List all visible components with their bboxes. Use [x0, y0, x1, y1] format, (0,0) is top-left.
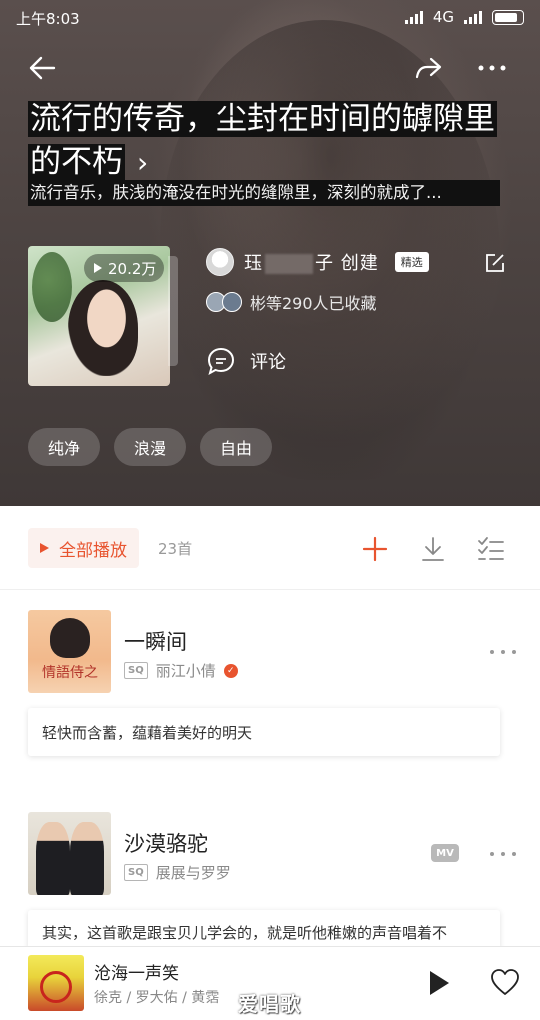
more-dots-icon — [478, 65, 506, 71]
song-cover[interactable]: 情語侍之 — [28, 610, 111, 693]
battery-icon — [492, 9, 524, 25]
creator-avatar[interactable] — [206, 248, 234, 276]
play-button[interactable] — [424, 965, 454, 1001]
creator-name-prefix: 珏 — [244, 253, 263, 274]
sq-quality-badge: SQ — [124, 662, 148, 679]
collector-avatar — [222, 292, 242, 312]
player-artist: 徐克 / 罗大佑 / 黄霑 — [94, 990, 220, 1006]
playlist-title-area[interactable]: 流行的传奇，尘封在时间的罅隙里的不朽 › — [28, 98, 498, 184]
tag-chip[interactable]: 纯净 — [28, 428, 101, 466]
dot-icon — [512, 650, 516, 654]
play-count-badge: 20.2万 — [84, 254, 165, 282]
cover-art-text: 情語侍之 — [42, 665, 98, 681]
song-artist[interactable]: 展展与罗罗 — [156, 862, 231, 883]
comment-button[interactable]: 评论 — [206, 346, 286, 376]
share-button[interactable] — [408, 48, 448, 88]
play-count: 20.2万 — [108, 259, 157, 278]
tag-list: 纯净 浪漫 自由 — [28, 428, 273, 466]
tag-chip[interactable]: 自由 — [200, 428, 273, 466]
dot-icon — [501, 650, 505, 654]
cover-art-leaves — [32, 252, 72, 322]
play-triangle-icon — [94, 263, 102, 273]
player-song-title: 沧海一声笑 — [94, 964, 179, 984]
song-more-button[interactable] — [490, 642, 516, 662]
signal-icon-2 — [464, 10, 482, 24]
play-all-button[interactable]: 全部播放 — [28, 528, 139, 568]
song-more-button[interactable] — [490, 844, 516, 864]
creator-row[interactable]: 珏 子 创建 精选 — [206, 247, 429, 277]
dot-icon — [490, 650, 494, 654]
song-title: 一瞬间 — [124, 630, 187, 654]
cover-art-figure — [36, 822, 70, 895]
song-meta: SQ 展展与罗罗 — [124, 862, 231, 883]
cover-art-figure — [70, 822, 104, 895]
watermark: 爱唱歌 — [238, 992, 301, 1016]
status-bar: 上午8:03 4G — [0, 0, 540, 34]
status-indicators: 4G — [404, 8, 524, 26]
back-arrow-icon — [29, 56, 56, 80]
creator-name-suffix: 子 创建 — [315, 253, 379, 274]
heart-icon — [491, 969, 519, 995]
creator-name[interactable]: 珏 子 创建 — [244, 249, 379, 275]
share-icon — [415, 57, 442, 79]
cover-stack-edge — [168, 256, 178, 366]
plus-icon — [362, 536, 388, 562]
cover-art-portrait — [68, 280, 138, 376]
play-icon — [40, 543, 49, 553]
chevron-right-icon: › — [137, 146, 149, 179]
hot-icon: ✓ — [223, 663, 238, 678]
back-button[interactable] — [22, 48, 62, 88]
network-label: 4G — [432, 8, 454, 26]
cover-art-ring — [40, 971, 72, 1003]
download-icon — [422, 537, 444, 561]
song-count: 23首 — [158, 540, 193, 558]
playlist-title: 流行的传奇，尘封在时间的罅隙里的不朽 — [28, 101, 497, 180]
play-icon — [430, 971, 449, 995]
multi-select-button[interactable] — [476, 534, 506, 564]
song-item[interactable]: 情語侍之 一瞬间 SQ 丽江小倩 ✓ 轻快而含蓄，蕴藉着美好的明天 — [0, 590, 540, 790]
song-item[interactable]: 沙漠骆驼 SQ 展展与罗罗 MV 其实，这首歌是跟宝贝儿学会的，就是听他稚嫩的声… — [0, 790, 540, 950]
more-button[interactable] — [472, 48, 512, 88]
cover-art-figure — [50, 618, 90, 658]
edit-button[interactable] — [484, 252, 506, 274]
comment-icon — [207, 347, 235, 376]
dot-icon — [512, 852, 516, 856]
song-note[interactable]: 其实，这首歌是跟宝贝儿学会的，就是听他稚嫩的声音唱着不 — [28, 910, 500, 950]
edit-icon — [486, 254, 504, 272]
redacted-name — [265, 254, 313, 274]
sq-quality-badge: SQ — [124, 864, 148, 881]
add-button[interactable] — [360, 534, 390, 564]
dot-icon — [490, 852, 494, 856]
playlist-cover[interactable]: 20.2万 — [28, 246, 170, 386]
song-artist[interactable]: 丽江小倩 — [156, 660, 216, 681]
like-button[interactable] — [488, 965, 522, 999]
song-meta: SQ 丽江小倩 ✓ — [124, 660, 238, 681]
list-toolbar: 全部播放 23首 — [0, 506, 540, 590]
checklist-icon — [478, 537, 504, 560]
mv-badge[interactable]: MV — [431, 844, 459, 862]
dot-icon — [501, 852, 505, 856]
play-all-label: 全部播放 — [59, 540, 127, 561]
signal-icon — [404, 10, 423, 24]
featured-badge: 精选 — [394, 252, 429, 272]
status-time: 上午8:03 — [16, 10, 80, 28]
song-note[interactable]: 轻快而含蓄，蕴藉着美好的明天 — [28, 708, 500, 756]
collect-count: 彬等290人已收藏 — [250, 294, 377, 313]
player-cover[interactable] — [28, 955, 84, 1011]
playlist-header: 上午8:03 4G 流行的传奇，尘封在时间的罅隙里的不朽 › 流行音乐，肤浅的淹没… — [0, 0, 540, 506]
collectors-row[interactable]: 彬等290人已收藏 — [206, 290, 377, 314]
comment-label: 评论 — [250, 352, 286, 373]
song-title: 沙漠骆驼 — [124, 832, 208, 856]
song-cover[interactable] — [28, 812, 111, 895]
tag-chip[interactable]: 浪漫 — [114, 428, 187, 466]
top-nav — [0, 44, 540, 88]
download-button[interactable] — [418, 534, 448, 564]
playlist-description[interactable]: 流行音乐，肤浅的淹没在时光的缝隙里，深刻的就成了... — [28, 180, 500, 206]
